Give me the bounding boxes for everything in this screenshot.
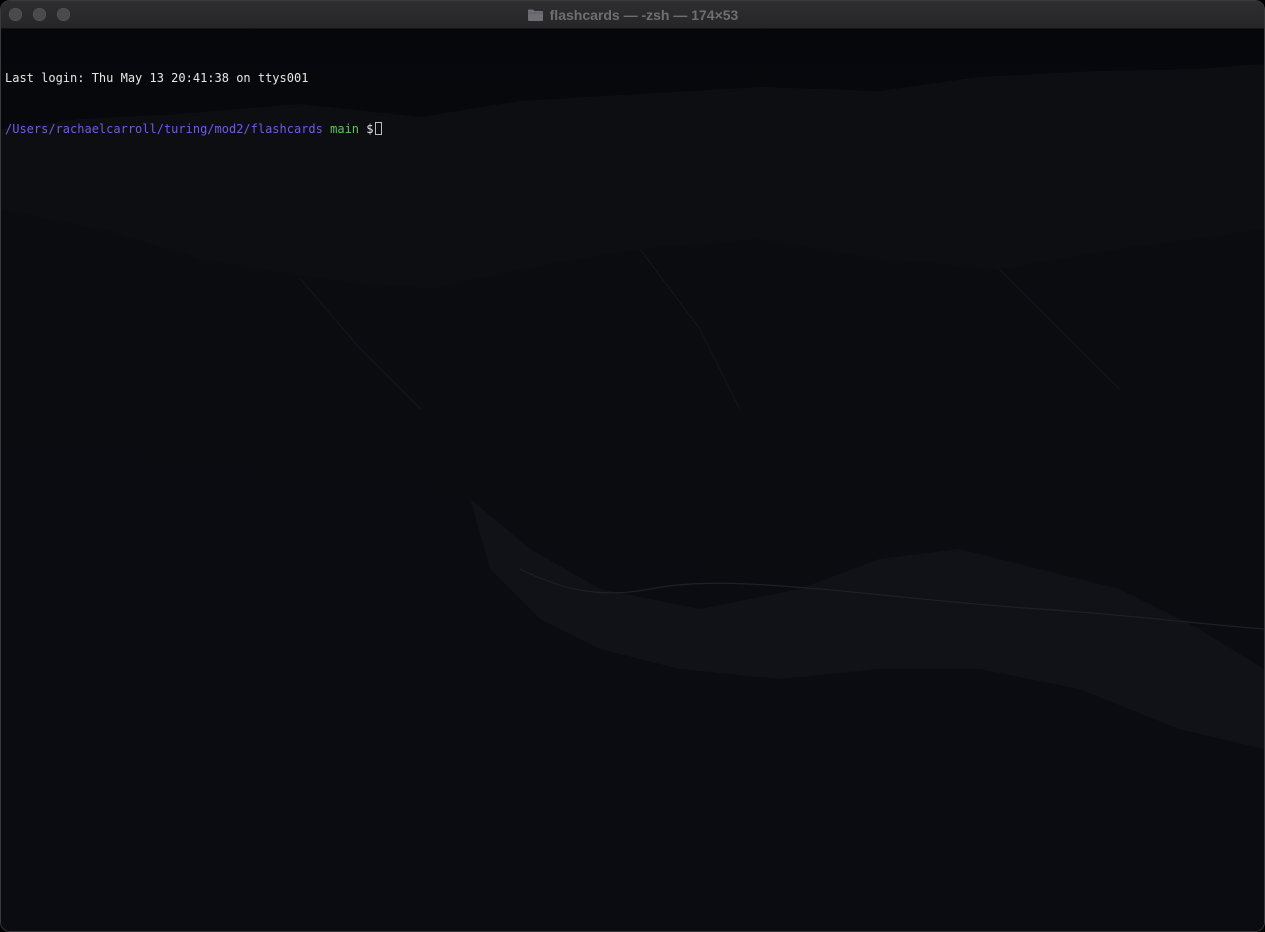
window-title-area: flashcards — -zsh — 174×53 [1, 1, 1264, 29]
prompt-branch: main [330, 122, 360, 136]
zoom-button[interactable] [57, 8, 70, 21]
prompt-symbol: $ [366, 122, 374, 136]
prompt-path: /Users/rachaelcarroll/turing/mod2/flashc… [5, 122, 323, 136]
last-login-line: Last login: Thu May 13 20:41:38 on ttys0… [5, 71, 309, 85]
terminal-window: flashcards — -zsh — 174×53 Last login: T… [0, 0, 1265, 932]
folder-icon [527, 8, 544, 22]
terminal-output: Last login: Thu May 13 20:41:38 on ttys0… [5, 36, 382, 172]
minimize-button[interactable] [33, 8, 46, 21]
title-bar[interactable]: flashcards — -zsh — 174×53 [1, 1, 1264, 29]
terminal-content[interactable]: Last login: Thu May 13 20:41:38 on ttys0… [1, 29, 1264, 931]
close-button[interactable] [9, 8, 22, 21]
window-title: flashcards — -zsh — 174×53 [549, 7, 739, 23]
prompt-line[interactable]: /Users/rachaelcarroll/turing/mod2/flashc… [5, 121, 382, 138]
text-cursor [374, 122, 382, 135]
